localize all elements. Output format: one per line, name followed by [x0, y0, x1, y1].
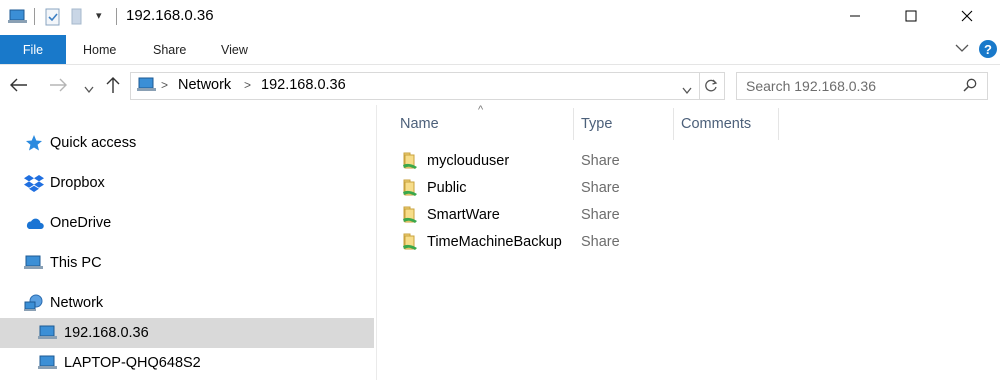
nav-item-dropbox[interactable]: Dropbox	[24, 169, 105, 197]
up-arrow-icon	[106, 77, 120, 93]
column-header-comments[interactable]: Comments	[681, 116, 751, 132]
navigation-pane: Quick access Dropbox OneDrive This PC Ne…	[0, 105, 377, 380]
separator	[116, 8, 117, 25]
nav-item-label: LAPTOP-QHQ648S2	[64, 355, 201, 371]
separator	[34, 8, 35, 25]
nav-item-host-192-168-0-36[interactable]: 192.168.0.36	[38, 319, 149, 347]
shared-folder-icon	[401, 206, 419, 229]
computer-icon	[8, 8, 28, 31]
nav-item-onedrive[interactable]: OneDrive	[24, 209, 111, 237]
nav-item-label: OneDrive	[50, 215, 112, 231]
minimize-icon	[850, 15, 860, 17]
ribbon-expand-chevron-icon[interactable]	[955, 40, 969, 58]
tab-view[interactable]: View	[221, 35, 248, 64]
chevron-down-icon	[84, 86, 94, 94]
minimize-button[interactable]	[832, 0, 878, 32]
item-type: Share	[581, 180, 620, 196]
column-divider[interactable]	[573, 108, 574, 140]
address-bar[interactable]: > Network > 192.168.0.36	[130, 72, 700, 100]
star-icon	[24, 134, 44, 152]
item-name: Public	[427, 180, 467, 196]
help-icon[interactable]: ?	[979, 40, 997, 58]
address-dropdown-icon[interactable]	[682, 82, 692, 100]
window-title: 192.168.0.36	[126, 7, 214, 24]
item-name: TimeMachineBackup	[427, 234, 562, 250]
refresh-icon	[705, 79, 718, 92]
forward-button[interactable]	[49, 78, 67, 97]
tab-file[interactable]: File	[0, 35, 66, 64]
network-computer-icon	[137, 77, 157, 99]
nav-item-quick-access[interactable]: Quick access	[24, 129, 136, 157]
network-icon	[24, 294, 44, 312]
list-item[interactable]: myclouduser Share	[400, 150, 640, 174]
breadcrumb-host[interactable]: 192.168.0.36	[261, 77, 346, 93]
column-divider[interactable]	[673, 108, 674, 140]
nav-item-label: Quick access	[50, 135, 137, 151]
nav-item-label: This PC	[50, 255, 102, 271]
search-placeholder: Search 192.168.0.36	[746, 78, 876, 94]
back-button[interactable]	[10, 78, 28, 97]
close-button[interactable]	[944, 0, 990, 32]
tab-share[interactable]: Share	[153, 35, 186, 64]
list-item[interactable]: SmartWare Share	[400, 204, 640, 228]
nav-item-label: Network	[50, 295, 104, 311]
ribbon-tabs: File Home Share View	[0, 34, 1000, 65]
item-type: Share	[581, 207, 620, 223]
maximize-icon	[905, 10, 917, 22]
nav-item-label: Dropbox	[50, 175, 105, 191]
title-bar: ▾ 192.168.0.36	[0, 0, 1000, 34]
column-header-type[interactable]: Type	[581, 116, 612, 132]
refresh-button[interactable]	[698, 72, 725, 100]
nav-item-label: 192.168.0.36	[64, 325, 149, 341]
list-item[interactable]: Public Share	[400, 177, 640, 201]
cloud-icon	[24, 214, 44, 232]
nav-item-this-pc[interactable]: This PC	[24, 249, 102, 277]
tab-home[interactable]: Home	[83, 35, 116, 64]
nav-item-laptop[interactable]: LAPTOP-QHQ648S2	[38, 349, 201, 377]
up-button[interactable]	[106, 76, 120, 99]
back-arrow-icon	[10, 78, 27, 92]
column-divider[interactable]	[778, 108, 779, 140]
sort-ascending-indicator: ^	[478, 104, 484, 116]
new-folder-icon[interactable]	[70, 8, 84, 31]
shared-folder-icon	[401, 179, 419, 202]
properties-icon[interactable]	[44, 8, 62, 31]
maximize-button[interactable]	[888, 0, 934, 32]
item-name: myclouduser	[427, 153, 510, 169]
item-type: Share	[581, 234, 620, 250]
item-type: Share	[581, 153, 620, 169]
nav-item-network[interactable]: Network	[24, 289, 103, 317]
close-icon	[961, 10, 973, 22]
list-item[interactable]: TimeMachineBackup Share	[400, 231, 640, 255]
computer-icon	[38, 324, 58, 342]
shared-folder-icon	[401, 233, 419, 256]
column-header-name[interactable]: Name	[400, 116, 439, 132]
breadcrumb-separator[interactable]: >	[244, 78, 251, 92]
quick-access-dropdown-icon[interactable]: ▾	[96, 9, 102, 22]
computer-icon	[38, 354, 58, 372]
item-name: SmartWare	[427, 207, 500, 223]
dropbox-icon	[24, 174, 44, 192]
recent-locations-button[interactable]	[84, 81, 94, 99]
shared-folder-icon	[401, 152, 419, 175]
breadcrumb-network[interactable]: Network	[178, 77, 231, 93]
forward-arrow-icon	[50, 78, 67, 92]
search-icon[interactable]	[963, 78, 977, 97]
computer-icon	[24, 254, 44, 272]
search-input[interactable]: Search 192.168.0.36	[736, 72, 988, 100]
breadcrumb-separator[interactable]: >	[161, 78, 168, 92]
